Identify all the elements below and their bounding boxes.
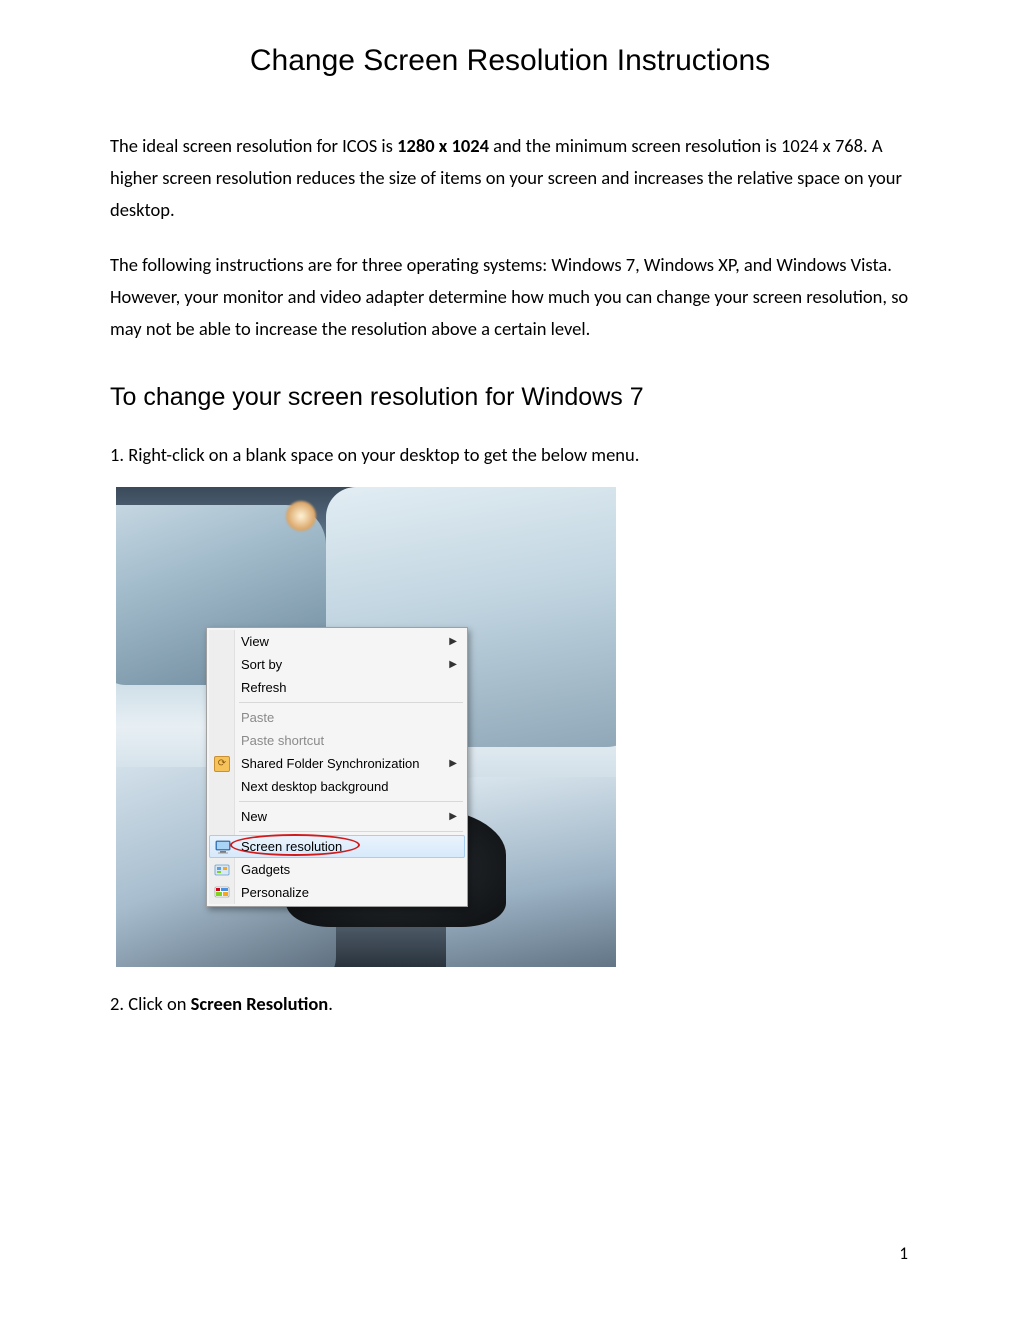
- sync-icon: [214, 756, 230, 772]
- menu-item-view[interactable]: View ▶: [209, 630, 465, 653]
- menu-label: Paste: [241, 710, 274, 725]
- menu-item-sort-by[interactable]: Sort by ▶: [209, 653, 465, 676]
- heading-windows7: To change your screen resolution for Win…: [110, 383, 910, 412]
- menu-item-next-desktop-background[interactable]: Next desktop background: [209, 775, 465, 798]
- menu-label: View: [241, 634, 269, 649]
- step-2: 2. Click on Screen Resolution.: [110, 989, 910, 1019]
- menu-item-paste-shortcut: Paste shortcut: [209, 729, 465, 752]
- submenu-arrow-icon: ▶: [449, 758, 457, 769]
- intro-paragraph-1: The ideal screen resolution for ICOS is …: [110, 130, 910, 225]
- menu-separator: [239, 801, 463, 802]
- menu-label: Paste shortcut: [241, 733, 324, 748]
- p1-text-a: The ideal screen resolution for ICOS is: [110, 134, 397, 157]
- step2-text-b: .: [328, 992, 333, 1015]
- menu-separator: [239, 702, 463, 703]
- menu-label: New: [241, 809, 267, 824]
- menu-item-shared-folder-sync[interactable]: Shared Folder Synchronization ▶: [209, 752, 465, 775]
- desktop-screenshot: View ▶ Sort by ▶ Refresh Paste Paste sho…: [116, 487, 616, 967]
- submenu-arrow-icon: ▶: [449, 659, 457, 670]
- step-1: 1. Right-click on a blank space on your …: [110, 440, 910, 470]
- p1-bold: 1280 x 1024: [397, 134, 489, 157]
- menu-label: Next desktop background: [241, 779, 388, 794]
- menu-item-gadgets[interactable]: Gadgets: [209, 858, 465, 881]
- menu-label: Sort by: [241, 657, 282, 672]
- menu-label: Gadgets: [241, 862, 290, 877]
- menu-item-new[interactable]: New ▶: [209, 805, 465, 828]
- intro-paragraph-2: The following instructions are for three…: [110, 249, 910, 344]
- page-number: 1: [899, 1243, 908, 1264]
- step2-text-a: 2. Click on: [110, 992, 191, 1015]
- personalize-icon: [214, 885, 230, 901]
- desktop-context-menu[interactable]: View ▶ Sort by ▶ Refresh Paste Paste sho…: [206, 627, 468, 907]
- menu-label: Shared Folder Synchronization: [241, 756, 420, 771]
- menu-item-paste: Paste: [209, 706, 465, 729]
- page-title: Change Screen Resolution Instructions: [110, 44, 910, 78]
- step2-bold: Screen Resolution: [191, 992, 329, 1015]
- menu-item-screen-resolution[interactable]: Screen resolution: [209, 835, 465, 858]
- menu-label: Personalize: [241, 885, 309, 900]
- menu-label: Refresh: [241, 680, 287, 695]
- submenu-arrow-icon: ▶: [449, 811, 457, 822]
- menu-separator: [239, 831, 463, 832]
- menu-item-refresh[interactable]: Refresh: [209, 676, 465, 699]
- menu-item-personalize[interactable]: Personalize: [209, 881, 465, 904]
- monitor-icon: [215, 839, 231, 855]
- gadgets-icon: [214, 862, 230, 878]
- menu-label: Screen resolution: [241, 839, 342, 854]
- submenu-arrow-icon: ▶: [449, 636, 457, 647]
